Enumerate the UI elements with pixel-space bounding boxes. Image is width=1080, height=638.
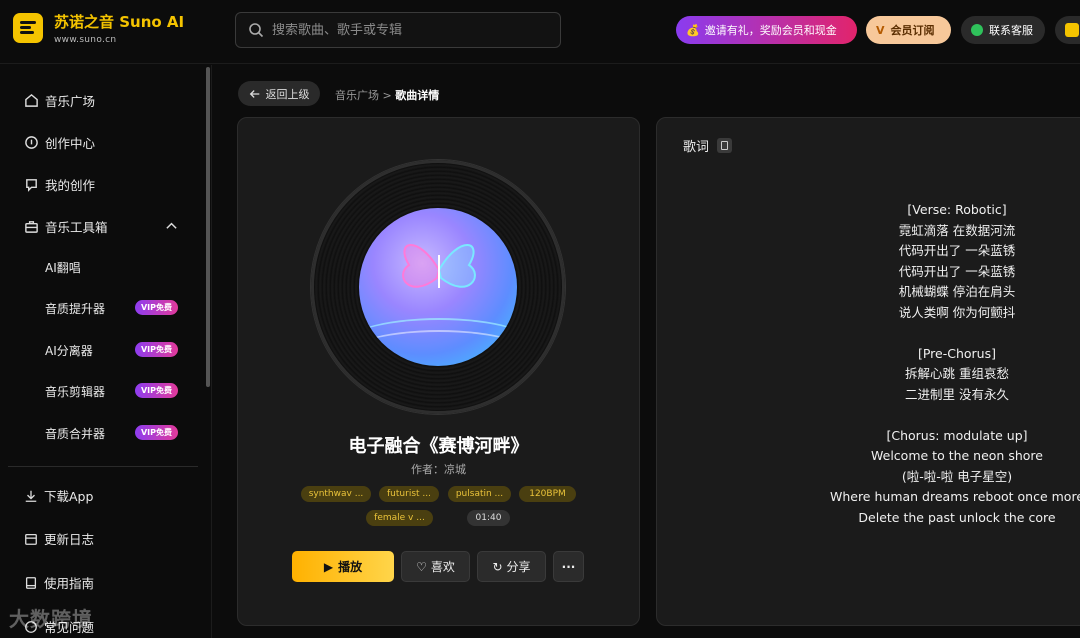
invite-label: 邀请有礼，奖励会员和现金 [704, 24, 837, 37]
lyrics-heading: 歌词 [683, 140, 710, 155]
search-icon [249, 23, 264, 38]
heart-icon: ♡ [416, 559, 427, 574]
style-tag[interactable]: pulsatin ... [448, 486, 511, 502]
breadcrumb: 音乐广场 > 歌曲详情 [335, 87, 439, 103]
share-button[interactable]: ↻ 分享 [477, 551, 546, 582]
vip-free-badge: VIP免费 [135, 425, 178, 440]
gift-icon: 💰 [686, 23, 700, 37]
tool-quality-enhancer[interactable]: 音质提升器 [45, 300, 105, 317]
back-arrow-icon [249, 89, 259, 98]
wechat-icon [971, 24, 983, 36]
duration-tag: 01:40 [467, 510, 510, 526]
sidebar-item-music-square[interactable]: 音乐广场 [24, 91, 95, 110]
sidebar-item-label: 音乐工具箱 [45, 220, 108, 235]
sidebar-item-label: 我的创作 [45, 178, 96, 193]
sidebar-item-changelog[interactable]: 更新日志 [24, 529, 94, 548]
top-bar: 苏诺之音 Suno AI www.suno.cn 💰 邀请有礼，奖励会员和现金 … [0, 0, 1080, 64]
invite-button[interactable]: 💰 邀请有礼，奖励会员和现金 [676, 16, 857, 44]
watermark-text: 大数跨境 [9, 607, 93, 631]
contact-service-button[interactable]: 联系客服 [961, 16, 1045, 44]
vip-label: 会员订阅 [890, 24, 935, 37]
style-tag[interactable]: synthwav ... [301, 486, 371, 502]
sidebar-item-my-creations[interactable]: 我的创作 [24, 175, 95, 194]
toolbox-icon [25, 221, 38, 233]
service-label: 联系客服 [989, 24, 1033, 37]
share-label: 分享 [506, 560, 531, 574]
breadcrumb-separator: > [382, 89, 392, 102]
vip-free-badge: VIP免费 [135, 300, 178, 315]
song-author: 作者：凉城 [411, 463, 466, 476]
song-title: 电子融合《赛博河畔》 [348, 436, 529, 457]
back-label: 返回上级 [265, 87, 310, 101]
sidebar-item-guide[interactable]: 使用指南 [24, 573, 94, 592]
book-icon [25, 576, 37, 589]
vip-free-badge: VIP免费 [135, 342, 178, 357]
home-icon [25, 93, 38, 107]
sidebar-item-toolbox[interactable]: 音乐工具箱 [24, 217, 108, 236]
album-cover [359, 208, 517, 366]
copy-icon[interactable] [717, 138, 733, 153]
tool-audio-merger[interactable]: 音质合并器 [45, 425, 105, 442]
sidebar-scrollbar[interactable] [206, 67, 210, 387]
style-tag[interactable]: female v ... [366, 510, 433, 526]
vip-icon: V [876, 23, 885, 37]
tool-music-editor[interactable]: 音乐剪辑器 [45, 383, 105, 400]
play-icon: ▶ [323, 559, 334, 574]
brand-name[interactable]: 苏诺之音 Suno AI [54, 11, 184, 32]
style-tag[interactable]: futurist ... [379, 486, 439, 502]
sidebar-divider [8, 466, 198, 467]
butterfly-icon [402, 244, 476, 288]
more-icon: ··· [561, 559, 576, 574]
like-button[interactable]: ♡ 喜欢 [401, 551, 470, 582]
breadcrumb-parent[interactable]: 音乐广场 [335, 89, 379, 102]
extra-menu-button[interactable] [1055, 16, 1080, 44]
music-disc-icon [25, 136, 38, 149]
app-icon [1065, 23, 1079, 37]
like-label: 喜欢 [430, 560, 455, 574]
chevron-up-icon[interactable] [165, 219, 178, 232]
download-icon [25, 490, 37, 502]
back-button[interactable]: 返回上级 [238, 81, 320, 106]
play-label: 播放 [338, 560, 363, 574]
lyrics-text: [Verse: Robotic] 霓虹滴落 在数据河流 代码开出了 一朵蓝锈 代… [829, 202, 1080, 525]
breadcrumb-current: 歌曲详情 [395, 89, 440, 102]
play-button[interactable]: ▶ 播放 [292, 551, 394, 582]
logo-icon[interactable] [13, 13, 43, 43]
vip-subscribe-button[interactable]: V 会员订阅 [866, 16, 951, 44]
tool-ai-cover[interactable]: AI翻唱 [45, 259, 81, 276]
search-box[interactable] [235, 12, 561, 48]
sidebar-item-label: 音乐广场 [45, 94, 96, 109]
brand-url: www.suno.cn [54, 35, 117, 45]
sidebar-item-download-app[interactable]: 下载App [24, 486, 93, 505]
sidebar-item-label: 创作中心 [45, 136, 96, 151]
more-button[interactable]: ··· [553, 551, 584, 582]
sidebar-item-label: 下载App [44, 489, 94, 504]
heart-chat-icon [26, 179, 37, 192]
tool-ai-separator[interactable]: AI分离器 [45, 342, 93, 359]
share-icon: ↻ [492, 559, 503, 574]
sidebar-item-label: 使用指南 [44, 576, 95, 591]
sidebar-item-label: 更新日志 [44, 532, 95, 547]
sidebar-item-creation-center[interactable]: 创作中心 [24, 133, 95, 152]
lyrics-header: 歌词 [683, 136, 733, 155]
bpm-tag[interactable]: 120BPM [519, 486, 576, 502]
calendar-icon [25, 533, 37, 545]
vip-free-badge: VIP免费 [135, 383, 178, 398]
search-input[interactable] [272, 22, 532, 38]
